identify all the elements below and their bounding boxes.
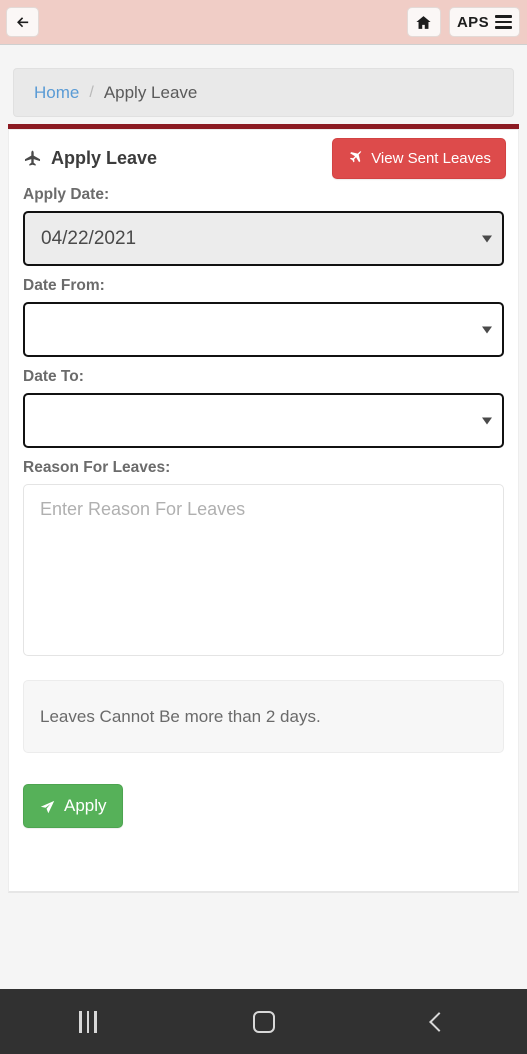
- paper-plane-icon: [39, 798, 56, 815]
- reason-label: Reason For Leaves:: [23, 459, 171, 476]
- android-nav-bar: [0, 989, 527, 1054]
- apply-leave-card: Apply Leave View Sent Leaves Apply Date:…: [8, 129, 519, 893]
- apply-date-group: Apply Date: 04/22/2021: [23, 186, 504, 266]
- apply-button-label: Apply: [64, 796, 107, 815]
- page-title: Apply Leave: [23, 148, 157, 169]
- caret-down-icon: [482, 326, 492, 333]
- nav-home-button[interactable]: [176, 1010, 352, 1033]
- home-icon: [415, 14, 432, 31]
- view-sent-leaves-button[interactable]: View Sent Leaves: [332, 137, 506, 179]
- date-from-label: Date From:: [23, 277, 105, 294]
- reason-group: Reason For Leaves:: [23, 459, 504, 661]
- top-bar: APS: [0, 0, 527, 45]
- breadcrumb: Home / Apply Leave: [13, 68, 514, 117]
- app-screen: APS Home / Apply Leave Apply Leave View …: [0, 0, 527, 1054]
- reason-textarea[interactable]: [23, 484, 504, 656]
- recents-icon: [78, 1010, 97, 1033]
- arrow-left-icon: [14, 14, 31, 31]
- aps-menu-label: APS: [456, 13, 489, 31]
- date-to-select[interactable]: [23, 393, 504, 448]
- nav-back-button[interactable]: [351, 1011, 527, 1032]
- date-from-group: Date From:: [23, 277, 504, 357]
- leave-note: Leaves Cannot Be more than 2 days.: [23, 680, 504, 753]
- hamburger-icon: [495, 15, 512, 29]
- airplane-up-icon: [23, 149, 42, 168]
- breadcrumb-home-link[interactable]: Home: [34, 83, 79, 103]
- breadcrumb-separator: /: [89, 83, 94, 101]
- caret-down-icon: [482, 235, 492, 242]
- apply-date-label: Apply Date:: [23, 186, 110, 203]
- nav-recents-button[interactable]: [0, 1010, 176, 1033]
- airplane-diagonal-icon: [347, 150, 363, 166]
- card-header: Apply Leave View Sent Leaves: [9, 130, 518, 186]
- aps-menu-button[interactable]: APS: [448, 7, 520, 37]
- apply-date-value: 04/22/2021: [41, 227, 137, 249]
- home-button[interactable]: [406, 7, 441, 37]
- view-sent-leaves-label: View Sent Leaves: [371, 149, 491, 167]
- apply-leave-form: Apply Date: 04/22/2021 Date From: Date T…: [9, 186, 518, 828]
- home-square-icon: [252, 1010, 275, 1033]
- breadcrumb-current: Apply Leave: [103, 82, 198, 102]
- back-chevron-icon: [429, 1011, 450, 1032]
- back-button[interactable]: [6, 7, 39, 37]
- date-from-select[interactable]: [23, 302, 504, 357]
- date-to-label: Date To:: [23, 368, 84, 385]
- date-to-group: Date To:: [23, 368, 504, 448]
- page-title-text: Apply Leave: [51, 147, 158, 168]
- caret-down-icon: [482, 417, 492, 424]
- apply-date-select[interactable]: 04/22/2021: [23, 211, 504, 266]
- apply-button[interactable]: Apply: [23, 784, 123, 828]
- leave-note-text: Leaves Cannot Be more than 2 days.: [40, 706, 321, 726]
